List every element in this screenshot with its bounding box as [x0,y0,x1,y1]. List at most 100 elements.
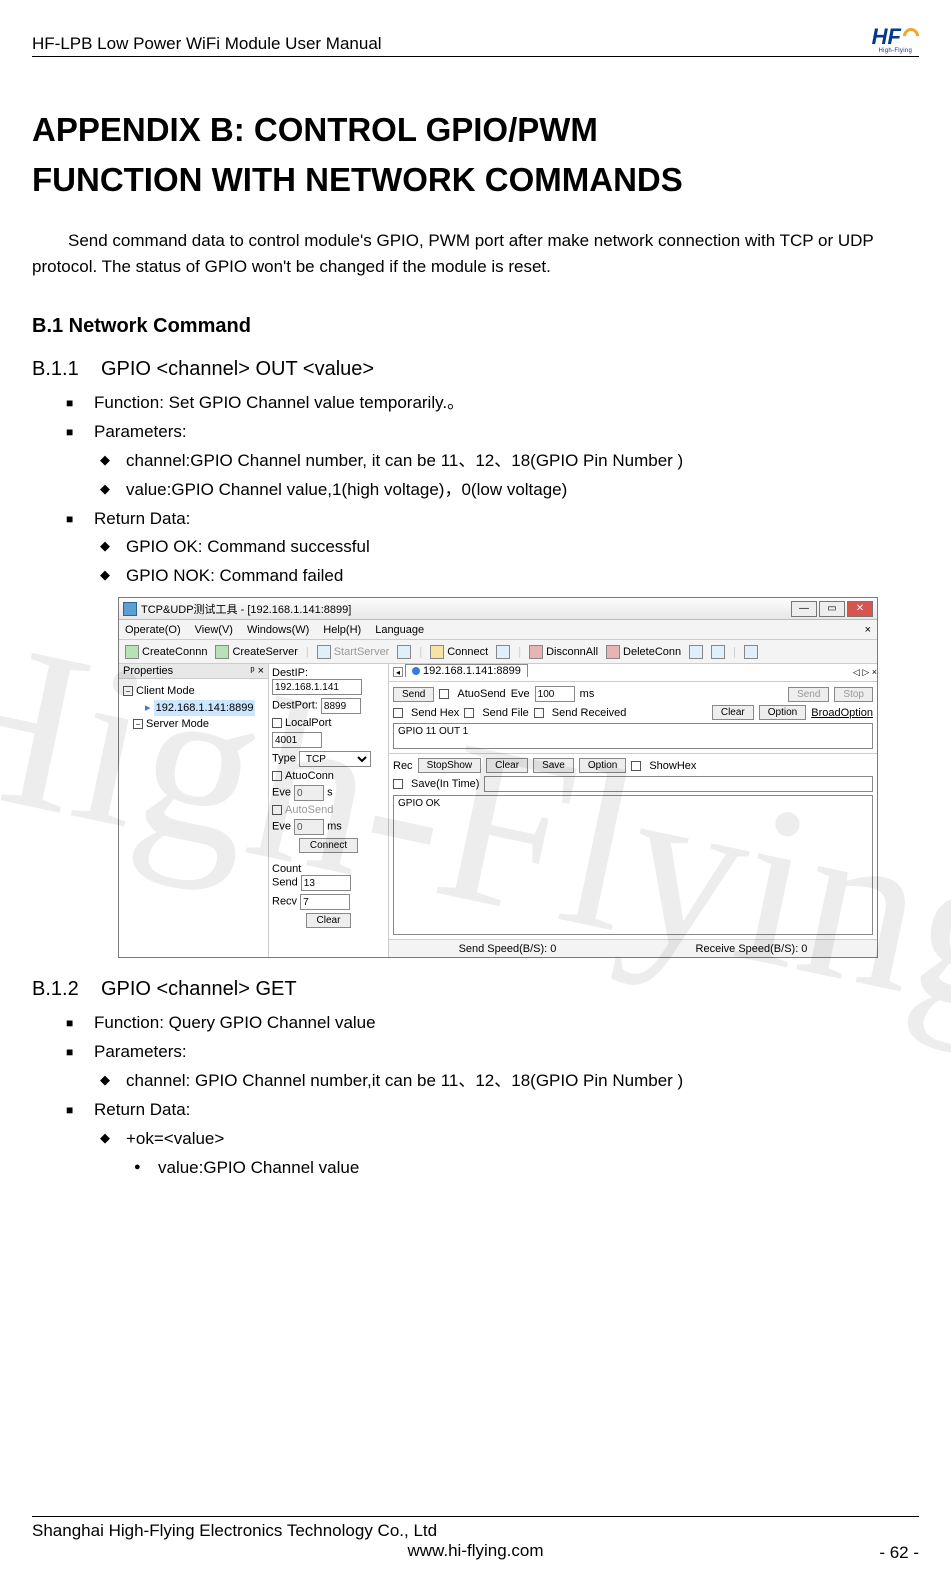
tree-client-mode[interactable]: Client Mode [136,685,195,697]
close-button[interactable]: ✕ [847,601,873,617]
eve3-input[interactable] [535,686,575,702]
eve1-label: Eve [272,787,291,799]
tree-toggle2-icon[interactable]: − [133,719,143,729]
toolbar: CreateConnn CreateServer | StartServer |… [119,640,877,664]
atuoconn-label: AtuoConn [285,770,334,782]
tab-connection[interactable]: 192.168.1.141:8899 [405,664,528,677]
connection-tree: −Client Mode ▸ 192.168.1.141:8899 −Serve… [119,679,268,737]
stopshow-button[interactable]: StopShow [418,758,482,773]
eve1-input [294,785,324,801]
tab-nav-icons[interactable]: ◁ ▷ × [853,667,877,678]
broad-option[interactable]: BroadOption [811,707,873,719]
properties-pin-icon[interactable]: ᵖ × [250,665,264,677]
clear-count-button[interactable]: Clear [306,913,352,928]
tool-connect[interactable]: Connect [430,645,488,659]
tool-delete-conn[interactable]: DeleteConn [606,645,681,659]
menu-operate[interactable]: Operate(O) [125,624,181,636]
tool-extra2-icon[interactable] [711,645,725,659]
section-b1-1: B.1.1 GPIO <channel> OUT <value> [32,358,919,381]
window-title: TCP&UDP测试工具 - [192.168.1.141:8899] [141,601,351,617]
sendrecv-checkbox[interactable] [534,708,544,718]
unit: ms [327,821,342,833]
tab-prev-icon[interactable]: ◂ [393,667,403,677]
tree-conn-item[interactable]: 192.168.1.141:8899 [154,700,256,717]
tool-disconn-all[interactable]: DisconnAll [529,645,598,659]
count-label: Count [272,863,385,875]
option-button[interactable]: Option [759,705,806,720]
tool-create-conn[interactable]: CreateConnn [125,645,207,659]
sendhex-checkbox[interactable] [393,708,403,718]
label: StartServer [334,646,390,658]
send-button[interactable]: Send [393,687,434,702]
stop-button: Stop [834,687,873,702]
section-b1-2: B.1.2 GPIO <channel> GET [32,978,919,1001]
atuosend2-checkbox[interactable] [439,689,449,699]
sendfile-checkbox[interactable] [464,708,474,718]
recv-count [300,894,350,910]
tree-dot-icon: ▸ [145,702,151,714]
destport-input[interactable] [321,698,361,714]
menu-view[interactable]: View(V) [195,624,233,636]
status-recv-speed: Receive Speed(B/S): 0 [696,943,808,955]
status-send-speed: Send Speed(B/S): 0 [459,943,557,955]
stop-server-icon[interactable] [397,645,411,659]
footer-company: Shanghai High-Flying Electronics Technol… [32,1521,919,1541]
label: Return Data: [94,509,190,528]
page-number: - 62 - [879,1543,919,1563]
menu-windows[interactable]: Windows(W) [247,624,309,636]
send2-button: Send [788,687,829,702]
minimize-button[interactable]: — [791,601,817,617]
label: CreateConnn [142,646,207,658]
saveintime-checkbox[interactable] [393,779,403,789]
localport-input[interactable] [272,732,322,748]
type-label: Type [272,753,296,765]
clear3-button[interactable]: Clear [486,758,528,773]
sendrecv-label: Send Received [552,707,627,719]
titlebar: TCP&UDP测试工具 - [192.168.1.141:8899] — ▭ ✕ [119,598,877,620]
option2-button[interactable]: Option [579,758,626,773]
atuoconn-checkbox[interactable] [272,771,282,781]
tool-extra3-icon[interactable] [744,645,758,659]
logo: HF High-Flying [872,24,919,54]
atuosend2-label: AtuoSend [457,688,505,700]
sendfile-label: Send File [482,707,528,719]
showhex-checkbox[interactable] [631,761,641,771]
properties-header: Properties [123,665,173,677]
unit: s [327,787,333,799]
send-textarea[interactable]: GPIO 11 OUT 1 [393,723,873,749]
logo-subtext: High-Flying [872,48,919,54]
eve2-label: Eve [272,821,291,833]
doc-header: HF-LPB Low Power WiFi Module User Manual [32,34,382,54]
menu-help[interactable]: Help(H) [323,624,361,636]
menu-close-icon[interactable]: × [865,624,871,636]
saveintime-path[interactable] [484,776,873,792]
tool-extra1-icon[interactable] [689,645,703,659]
tab-dot-icon [412,667,420,675]
delete-conn-icon [606,645,620,659]
label: Parameters: [94,1042,187,1061]
type-select[interactable]: TCP [299,751,371,767]
label: Return Data: [94,1100,190,1119]
section-b1: B.1 Network Command [32,315,919,338]
save-button[interactable]: Save [533,758,574,773]
localport-checkbox[interactable] [272,718,282,728]
s1-params: Parameters: channel:GPIO Channel number,… [94,418,919,505]
tree-toggle-icon[interactable]: − [123,686,133,696]
label: DisconnAll [546,646,598,658]
tool-start-server: StartServer [317,645,390,659]
s2-p1: channel: GPIO Channel number,it can be 1… [126,1067,919,1096]
connect-button[interactable]: Connect [299,838,358,853]
disconnect-icon[interactable] [496,645,510,659]
h1-line1: APPENDIX B: CONTROL GPIO/PWM [32,111,598,148]
maximize-button[interactable]: ▭ [819,601,845,617]
menu-language[interactable]: Language [375,624,424,636]
s1-return: Return Data: GPIO OK: Command successful… [94,505,919,592]
clear2-button[interactable]: Clear [712,705,754,720]
destip-input[interactable] [272,679,362,695]
create-conn-icon [125,645,139,659]
tree-server-mode[interactable]: Server Mode [146,718,209,730]
r1-text: +ok=<value> [126,1129,224,1148]
tool-create-server[interactable]: CreateServer [215,645,297,659]
destport-label: DestPort: [272,700,318,712]
start-server-icon [317,645,331,659]
